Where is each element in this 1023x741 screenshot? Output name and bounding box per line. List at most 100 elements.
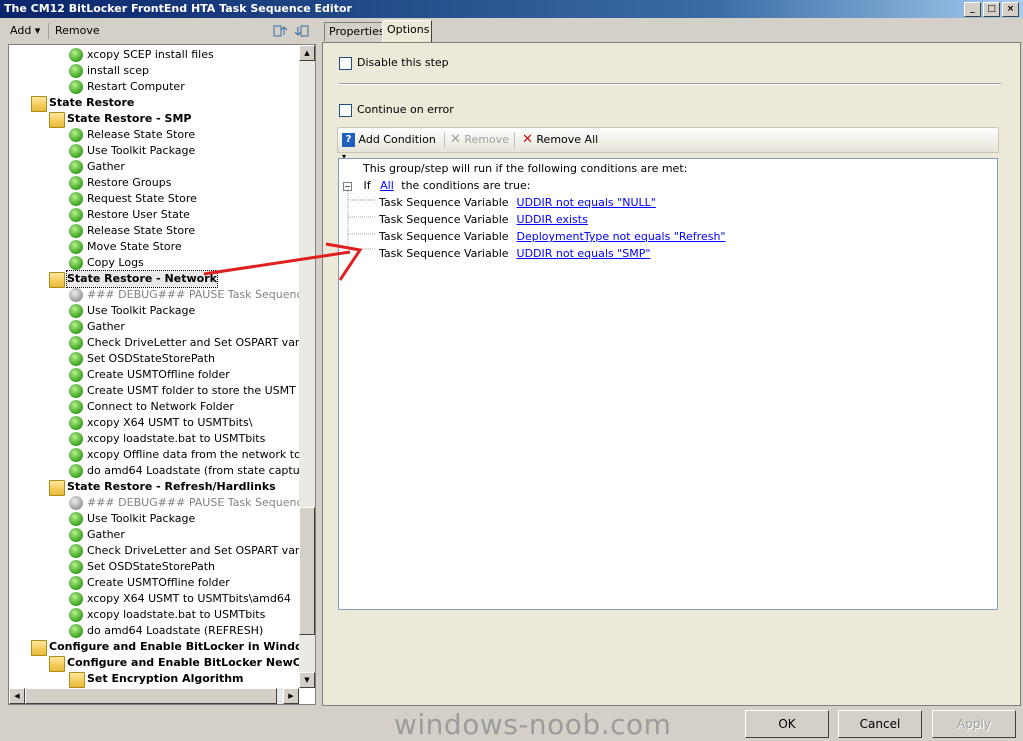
condition-row[interactable]: Task Sequence Variable DeploymentType not… [379, 229, 726, 245]
check-step-icon [69, 592, 83, 606]
scroll-thumb[interactable] [299, 507, 315, 635]
cancel-button[interactable]: Cancel [838, 710, 922, 738]
check-step-icon [69, 208, 83, 222]
check-step-icon [69, 240, 83, 254]
apply-button[interactable]: Apply [932, 710, 1016, 738]
condition-expression-link[interactable]: UDDIR not equals "NULL" [517, 196, 656, 209]
disable-step-label: Disable this step [357, 56, 449, 69]
ok-button[interactable]: OK [745, 710, 829, 738]
tree-item-label: xcopy loadstate.bat to USMTbits [87, 608, 266, 621]
check-step-icon [69, 64, 83, 78]
scroll-down-icon[interactable]: ▼ [299, 672, 315, 688]
continue-on-error-label: Continue on error [357, 103, 454, 116]
check-step-icon [69, 544, 83, 558]
condition-row[interactable]: Task Sequence Variable UDDIR not equals "… [379, 195, 656, 211]
check-step-icon [69, 400, 83, 414]
tab-properties[interactable]: Properties [324, 22, 386, 41]
toolbar-separator [48, 23, 49, 39]
check-step-icon [69, 224, 83, 238]
check-step-icon [69, 384, 83, 398]
maximize-button[interactable]: □ [983, 2, 1000, 17]
check-step-icon [69, 256, 83, 270]
add-button[interactable]: Add ▾ [10, 22, 40, 40]
disable-step-checkbox[interactable] [339, 57, 352, 70]
folder-icon [49, 656, 65, 672]
condition-expression-link[interactable]: UDDIR exists [517, 213, 588, 226]
condition-row[interactable]: Task Sequence Variable UDDIR exists [379, 212, 588, 228]
condition-type: Task Sequence Variable [379, 196, 509, 209]
tree-item-label: Connect to Network Folder [87, 400, 234, 413]
task-sequence-tree[interactable]: xcopy SCEP install files install scep Rest… [8, 44, 316, 705]
folder-icon [31, 640, 47, 656]
tree-item-label: Gather [87, 528, 125, 541]
scroll-left-icon[interactable]: ◀ [9, 688, 25, 704]
scroll-up-icon[interactable]: ▲ [299, 45, 315, 61]
check-step-icon [69, 160, 83, 174]
tree-item-label: State Restore - Refresh/Hardlinks [67, 480, 276, 493]
tree-item-label: xcopy X64 USMT to USMTbits\amd64 [87, 592, 291, 605]
conditions-toolbar: ? Add Condition ▾ ✕ Remove ✕ Remove All [337, 127, 999, 161]
check-step-icon [69, 128, 83, 142]
minimize-button[interactable]: _ [964, 2, 981, 17]
check-step-icon [69, 80, 83, 94]
check-step-icon [69, 528, 83, 542]
add-condition-button[interactable]: ? Add Condition ▾ [342, 132, 442, 161]
check-step-icon [69, 144, 83, 158]
condition-expression-link[interactable]: DeploymentType not equals "Refresh" [517, 230, 726, 243]
tree-toolbar: Add ▾ Remove [4, 20, 316, 42]
watermark: windows-noob.com [394, 708, 672, 741]
check-step-icon [69, 176, 83, 190]
tree-item-label: xcopy SCEP install files [87, 48, 214, 61]
tree-item-label: Move State Store [87, 240, 182, 253]
conditions-list[interactable]: This group/step will run if the followin… [338, 158, 998, 610]
check-step-icon [69, 432, 83, 446]
tree-item-label: Check DriveLetter and Set OSPART variabl… [87, 336, 299, 349]
tree-horizontal-scrollbar[interactable]: ◀ ▶ [9, 688, 299, 704]
check-step-icon [69, 560, 83, 574]
check-step-icon [69, 416, 83, 430]
condition-row[interactable]: Task Sequence Variable UDDIR not equals "… [379, 246, 650, 262]
tree-item-label: Set OSDStateStorePath [87, 352, 216, 365]
folder-icon [49, 272, 65, 288]
close-button[interactable]: × [1002, 2, 1019, 17]
check-step-icon [69, 320, 83, 334]
tree-item-label: Restore User State [87, 208, 190, 221]
tree-vertical-scrollbar[interactable]: ▲ ▼ [299, 45, 315, 688]
remove-x-icon: ✕ [450, 132, 461, 147]
tree-item-label: xcopy loadstate.bat to USMTbits [87, 432, 266, 445]
check-step-icon [69, 512, 83, 526]
if-rest-label: the conditions are true: [401, 179, 531, 192]
tree-item-label: State Restore - SMP [67, 112, 192, 125]
separator [444, 132, 445, 148]
scroll-right-icon[interactable]: ▶ [283, 688, 299, 704]
tree-item-label: xcopy X64 USMT to USMTbits\ [87, 416, 253, 429]
remove-button[interactable]: Remove [55, 22, 100, 40]
remove-all-button[interactable]: ✕ Remove All [522, 132, 598, 148]
tree-item-label: install scep [87, 64, 149, 77]
help-condition-icon: ? [342, 133, 355, 147]
title-bar: The CM12 BitLocker FrontEnd HTA Task Seq… [0, 0, 1023, 18]
tree-item-label: Configure and Enable BitLocker NewComput… [67, 656, 299, 669]
condition-expression-link[interactable]: UDDIR not equals "SMP" [517, 247, 651, 260]
tree-item-label: Configure and Enable BitLocker in Window… [49, 640, 299, 653]
annotation-arrow [203, 242, 363, 281]
remove-all-x-icon: ✕ [522, 132, 533, 147]
tree-item-label: ### DEBUG### PAUSE Task Sequence [87, 288, 299, 301]
tree-item-label: Copy Logs [87, 256, 144, 269]
hscroll-thumb[interactable] [25, 688, 277, 704]
if-all-link[interactable]: All [380, 179, 394, 192]
condition-type: Task Sequence Variable [379, 230, 509, 243]
check-step-icon [69, 464, 83, 478]
tree-item-label: Restore Groups [87, 176, 172, 189]
tab-options[interactable]: Options [382, 20, 432, 42]
move-up-icon[interactable] [272, 23, 288, 39]
remove-condition-button[interactable]: ✕ Remove [450, 132, 509, 148]
check-step-icon [69, 624, 83, 638]
continue-on-error-checkbox[interactable] [339, 104, 352, 117]
move-down-icon[interactable] [294, 23, 310, 39]
check-step-icon [69, 608, 83, 622]
options-panel: Disable this step Continue on error ? Ad… [322, 42, 1021, 706]
add-label: Add [10, 24, 32, 37]
check-step-icon [69, 48, 83, 62]
tree-item-label: Set Encryption Algorithm [87, 672, 244, 685]
